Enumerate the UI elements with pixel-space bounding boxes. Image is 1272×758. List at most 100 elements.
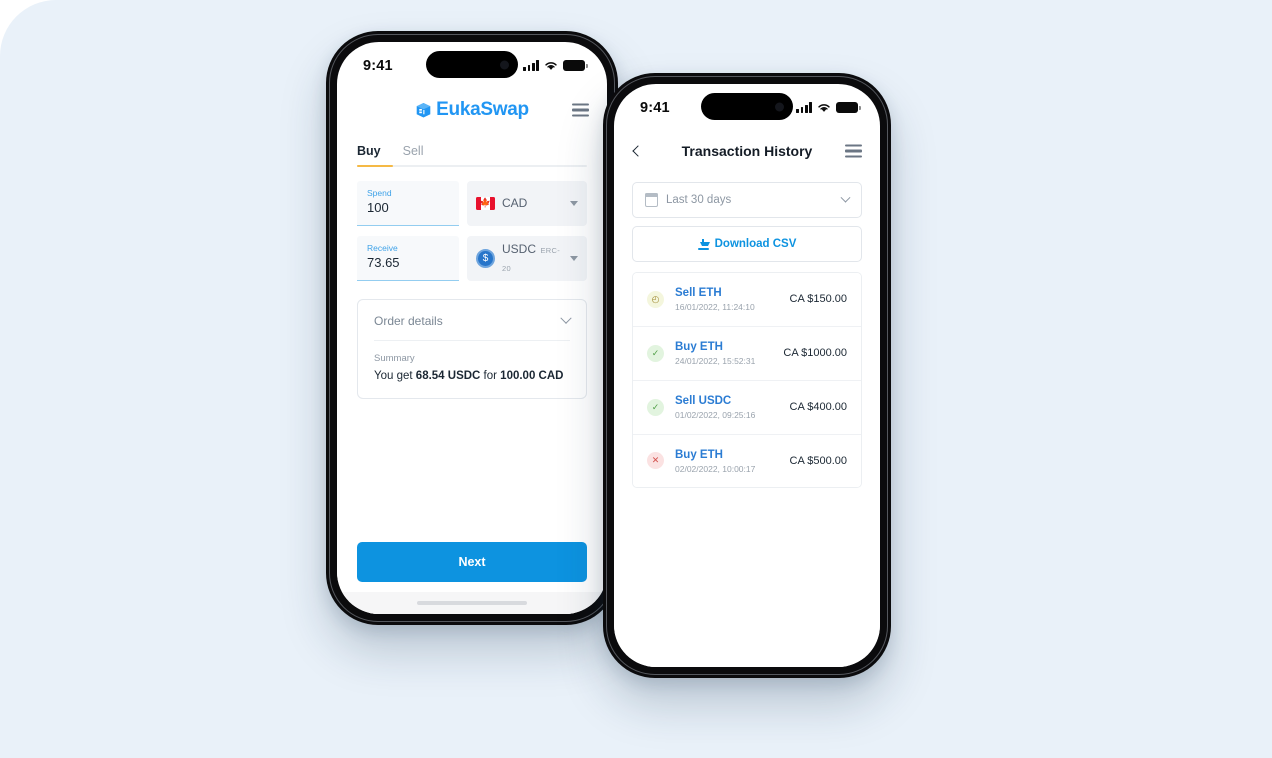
- download-csv-label: Download CSV: [714, 238, 797, 250]
- spend-value: 100: [367, 200, 389, 216]
- right-phone-screen: 9:41 Transaction History Last 30 days Do…: [614, 84, 880, 667]
- caret-down-icon: [570, 200, 578, 206]
- screenshot-canvas: 9:41 EukaSwap Buy Sell Spend 100 🍁 CAD R…: [0, 0, 1272, 758]
- receive-currency-text: USDC ERC-20: [502, 240, 563, 276]
- wifi-icon: [818, 104, 830, 112]
- phone-left-buy-screen: 9:41 EukaSwap Buy Sell Spend 100 🍁 CAD R…: [326, 31, 618, 625]
- download-icon: [697, 238, 712, 250]
- home-indicator: [337, 592, 607, 614]
- hamburger-menu-icon[interactable]: [845, 144, 862, 158]
- summary-label: Summary: [374, 352, 415, 364]
- date-range-label: Last 30 days: [666, 194, 732, 206]
- check-icon: ✓: [647, 398, 664, 416]
- transaction-title[interactable]: Sell ETH: [675, 285, 779, 301]
- transaction-amount: CA $500.00: [789, 454, 848, 467]
- history-nav-bar: Transaction History: [614, 128, 880, 174]
- canada-flag-icon: 🍁: [476, 196, 495, 210]
- hamburger-menu-icon[interactable]: [572, 103, 589, 117]
- spend-row: Spend 100 🍁 CAD: [357, 181, 587, 226]
- signal-bars-icon: [796, 102, 812, 113]
- transaction-title[interactable]: Sell USDC: [675, 393, 779, 409]
- battery-icon: [836, 102, 861, 113]
- order-details-card: Order details Summary You get 68.54 USDC…: [357, 298, 587, 399]
- signal-bars-icon: [523, 60, 539, 71]
- order-details-title: Order details: [374, 313, 443, 328]
- download-csv-button[interactable]: Download CSV: [632, 226, 862, 262]
- history-controls: Last 30 days Download CSV: [614, 174, 880, 270]
- summary-total: 100.00 CAD: [500, 369, 564, 382]
- table-row[interactable]: ◴ Sell ETH 16/01/2022, 11:24:10 CA $150.00: [633, 273, 861, 327]
- dynamic-island: [426, 51, 518, 78]
- transaction-info: Sell ETH 16/01/2022, 11:24:10: [675, 285, 779, 314]
- history-app-body: Transaction History Last 30 days Downloa…: [614, 128, 880, 667]
- transaction-title[interactable]: Buy ETH: [675, 447, 779, 463]
- summary-amount: 68.54 USDC: [415, 369, 481, 382]
- transaction-date: 24/01/2022, 15:52:31: [675, 355, 756, 366]
- summary-text: You get 68.54 USDC for 100.00 CAD: [374, 370, 570, 382]
- table-row[interactable]: ✓ Sell USDC 01/02/2022, 09:25:16 CA $400.00: [633, 380, 861, 435]
- transaction-info: Sell USDC 01/02/2022, 09:25:16: [675, 393, 779, 422]
- summary-prefix: You get: [374, 369, 416, 382]
- spend-label: Spend: [367, 188, 392, 198]
- transaction-date: 16/01/2022, 11:24:10: [675, 302, 755, 313]
- right-status-bar: 9:41: [614, 84, 880, 128]
- front-camera-icon: [500, 60, 509, 69]
- status-bar-time: 9:41: [363, 57, 393, 74]
- next-button-wrap: Next: [337, 542, 607, 592]
- brand-name: EukaSwap: [436, 99, 529, 120]
- chevron-down-icon: [840, 192, 851, 203]
- summary-middle: for: [480, 369, 501, 382]
- eukaswap-cube-logo-icon: [416, 102, 431, 117]
- chevron-down-icon: [560, 312, 572, 324]
- brand-logo[interactable]: EukaSwap: [415, 99, 529, 121]
- left-phone-screen: 9:41 EukaSwap Buy Sell Spend 100 🍁 CAD R…: [337, 42, 607, 614]
- left-status-bar: 9:41: [337, 42, 607, 86]
- receive-currency-name: USDC: [502, 242, 537, 257]
- next-button[interactable]: Next: [357, 542, 587, 582]
- cross-icon: ✕: [647, 452, 664, 470]
- dynamic-island: [701, 93, 793, 120]
- caret-down-icon: [570, 255, 578, 261]
- transaction-info: Buy ETH 24/01/2022, 15:52:31: [675, 339, 772, 368]
- status-bar-time: 9:41: [640, 99, 670, 116]
- table-row[interactable]: ✕ Buy ETH 02/02/2022, 10:00:17 CA $500.00: [633, 434, 861, 488]
- spend-currency-text: CAD: [502, 194, 563, 212]
- receive-row: Receive 73.65 $ USDC ERC-20: [357, 235, 587, 281]
- transaction-info: Buy ETH 02/02/2022, 10:00:17: [675, 447, 779, 476]
- date-range-dropdown[interactable]: Last 30 days: [632, 182, 862, 218]
- transaction-title[interactable]: Buy ETH: [675, 339, 772, 355]
- tab-underline: [357, 164, 587, 167]
- front-camera-icon: [775, 102, 784, 111]
- table-row[interactable]: ✓ Buy ETH 24/01/2022, 15:52:31 CA $1000.00: [633, 326, 861, 381]
- spend-input[interactable]: Spend 100: [357, 181, 459, 226]
- calendar-icon: [644, 193, 659, 207]
- battery-icon: [563, 60, 588, 71]
- order-details-toggle[interactable]: Order details: [374, 312, 572, 341]
- page-title: Transaction History: [681, 143, 813, 159]
- app-header: EukaSwap: [337, 86, 607, 134]
- spend-currency-selector[interactable]: 🍁 CAD: [467, 181, 587, 226]
- buy-app-body: EukaSwap Buy Sell Spend 100 🍁 CAD Receiv…: [337, 86, 607, 614]
- wifi-icon: [545, 62, 557, 70]
- back-chevron-icon[interactable]: [632, 145, 644, 157]
- clock-icon: ◴: [647, 290, 664, 308]
- swap-form: Spend 100 🍁 CAD Receive 73.65 $ USDC ERC…: [337, 167, 607, 291]
- receive-currency-selector[interactable]: $ USDC ERC-20: [467, 235, 587, 281]
- receive-value: 73.65: [367, 254, 400, 270]
- transaction-amount: CA $400.00: [789, 401, 848, 414]
- transaction-list: ◴ Sell ETH 16/01/2022, 11:24:10 CA $150.00 ✓…: [632, 272, 862, 489]
- receive-label: Receive: [367, 242, 398, 253]
- spend-currency-name: CAD: [502, 196, 528, 211]
- transaction-amount: CA $1000.00: [783, 347, 847, 360]
- transaction-amount: CA $150.00: [789, 293, 848, 306]
- tab-sell[interactable]: Sell: [403, 144, 424, 167]
- buy-sell-tabs: Buy Sell: [337, 134, 607, 167]
- status-bar-indicators: [796, 99, 861, 113]
- transaction-date: 02/02/2022, 10:00:17: [675, 463, 756, 474]
- usdc-coin-icon: $: [476, 248, 495, 268]
- transaction-date: 01/02/2022, 09:25:16: [675, 409, 756, 420]
- phone-right-history-screen: 9:41 Transaction History Last 30 days Do…: [603, 73, 891, 678]
- receive-input[interactable]: Receive 73.65: [357, 235, 459, 281]
- tab-buy[interactable]: Buy: [357, 144, 381, 167]
